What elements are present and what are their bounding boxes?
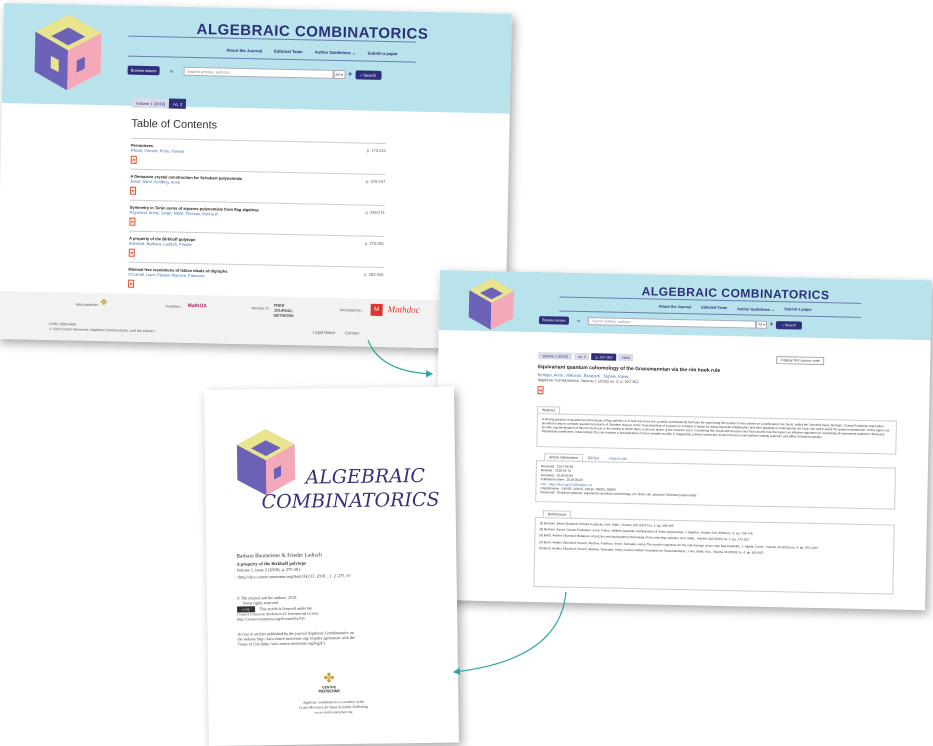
arrow-article-to-pdf [452, 591, 567, 675]
centre-mersenne-logo: ✤ CENTRE MERSENNE [314, 670, 344, 694]
license-line2: Creative Commons Attribution 4.0 Interna… [237, 611, 320, 617]
page-title: Table of Contents [131, 117, 218, 132]
nav-editorial-team[interactable]: Editorial Team [701, 305, 727, 311]
browse-issues-button[interactable]: Browse issues [127, 65, 160, 76]
search-icon: ⌕ [781, 323, 784, 328]
pdf-icon[interactable]: ▤ [129, 217, 136, 226]
nav-author-guidelines[interactable]: Author Guidelines ⌄ [737, 306, 774, 312]
or-label: or [576, 318, 581, 323]
contact-link[interactable]: Contact [345, 330, 359, 335]
crumb-issue[interactable]: no. 2 [573, 352, 590, 361]
toc-entry-pages: p. 225-247 [366, 178, 386, 185]
pdf-icon[interactable]: ▤ [128, 248, 135, 257]
site-header: ALGEBRAIC COMBINATORICS About the Journa… [438, 270, 932, 341]
toc-page-screenshot: ALGEBRAIC COMBINATORICS About the Journa… [0, 3, 512, 350]
footer-member-label: Member of : [251, 306, 271, 311]
abstract-text: A driving question in (quantum) cohomolo… [541, 417, 890, 440]
abstract-panel: A driving question in (quantum) cohomolo… [536, 413, 897, 455]
toc-entry-pages: p. 173-224 [366, 147, 387, 154]
nav-bottom-rule [127, 55, 416, 63]
search-bar: Browse issues or Search articles, author… [127, 65, 388, 80]
license-line1: This article is licensed under the [259, 605, 313, 612]
article-page-screenshot: ALGEBRAIC COMBINATORICS About the Journa… [433, 270, 932, 611]
paper-volume: Volume 1, issue 2 (2018), p. 275-281. [236, 566, 302, 573]
crumb-pages[interactable]: p. 327-352 [591, 353, 617, 361]
centre-mersenne-logo-icon: ❖ [99, 297, 108, 308]
search-scope-select[interactable]: All ▾ [333, 69, 346, 80]
search-input[interactable]: Search articles, authors... [588, 317, 757, 329]
search-bar: Browse issues or Search articles, author… [538, 316, 819, 330]
toc-entry-pages: p. 249-274 [365, 209, 385, 216]
crumb-issue[interactable]: no. 3 [169, 98, 187, 109]
license-line3[interactable]: http://creativecommons.org/licenses/by/4… [237, 617, 305, 622]
article-citation: Algebraic Combinatorics, Volume 1 (2018)… [537, 378, 639, 385]
collage: ALGEBRAIC COMBINATORICS About the Journa… [0, 0, 933, 746]
next-article-button[interactable]: Next [618, 353, 634, 362]
search-icon: ⌕ [360, 72, 363, 78]
site-footer: Web publisher : ❖ Publisher : MathOA Mem… [0, 290, 506, 350]
add-criteria-button[interactable]: + [345, 70, 355, 79]
journal-name-line2: COMBINATORICS [261, 488, 440, 514]
legal-notice-link[interactable]: Legal Notice [313, 330, 335, 335]
footer-publisher-label: Publisher : [165, 304, 183, 309]
search-input[interactable]: Search articles, authors... [183, 66, 334, 79]
footer-copyright: © 2018 Centre Mersenne, Algebraic Combin… [49, 327, 155, 334]
paper-title: A property of the Birkhoff polytope [236, 560, 307, 567]
journal-name-line1: ALGEBRAIC [305, 464, 426, 489]
toc-entry[interactable]: Minimal free resolutions of lattice idea… [127, 261, 384, 298]
pdf-icon[interactable]: ▤ [130, 155, 137, 164]
mathdoc-icon: M [370, 303, 383, 316]
pdf-icon[interactable]: ▤ [128, 279, 135, 288]
article-info-panel: Received : 2017-06-05 Revised : 2018-01-… [535, 460, 896, 510]
references-panel: [1] Bertram, Aaron Quantum Schubert calc… [533, 517, 895, 595]
or-label: or [169, 68, 174, 74]
paper-rights: Some rights reserved. [242, 599, 279, 606]
browse-issues-button[interactable]: Browse issues [538, 316, 570, 325]
add-criteria-button[interactable]: + [767, 321, 776, 329]
centre-mersenne-icon: ✤ [323, 670, 335, 686]
search-button-label: Search [784, 323, 797, 328]
crumb-volume[interactable]: Volume 1 (2018) [131, 97, 170, 109]
pdf-first-page: ALGEBRAIC COMBINATORICS Barbara Baumeist… [204, 386, 459, 746]
mathoa-logo: MathOA [187, 302, 207, 310]
search-scope-select[interactable]: All ▾ [756, 320, 768, 329]
access-line3: Terms of Use (http://alco.centre-mersenn… [237, 640, 326, 647]
breadcrumb: Volume 1 (2018) no. 2 p. 327-352 Next [538, 352, 634, 362]
footer-issn: ISSN: 2589-5486 [49, 322, 77, 327]
nav-submit[interactable]: Submit a paper [368, 51, 398, 57]
paper-url[interactable]: <http://alco.centre-mersenne.org/item/AL… [237, 573, 352, 580]
nav-submit[interactable]: Submit a paper [784, 307, 812, 313]
display-tex-button[interactable]: Display TeX source code [776, 356, 825, 366]
free-journal-network-logo: FREE JOURNAL NETWORK [273, 302, 295, 319]
nav-about[interactable]: About the Journal [659, 305, 692, 311]
toc-entry-pages: p. 275-281 [364, 240, 385, 247]
search-button[interactable]: ⌕ Search [355, 70, 382, 80]
nav-editorial-team[interactable]: Editorial Team [274, 49, 303, 55]
footer-developed-label: Developed by : [339, 308, 364, 313]
mathdoc-logo: Mathdoc [387, 304, 420, 315]
crumb-volume[interactable]: Volume 1 (2018) [538, 352, 572, 360]
mersenne-label: MERSENNE [318, 689, 341, 694]
search-button[interactable]: ⌕ Search [776, 321, 803, 330]
pdf-icon[interactable]: ▤ [537, 386, 544, 395]
breadcrumb: Volume 1 (2018) no. 3 [131, 97, 187, 109]
nav-about[interactable]: About the Journal [226, 48, 262, 54]
toc-entry-pages: p. 283-326 [364, 271, 384, 278]
footer-web-publisher-label: Web publisher : [75, 302, 101, 308]
search-button-label: Search [363, 72, 377, 78]
nav-author-guidelines[interactable]: Author Guidelines ⌄ [315, 50, 356, 56]
paper-authors: Barbara Baumeister & Frieder Ladisch [236, 552, 322, 560]
pdf-icon[interactable]: ▤ [130, 186, 137, 195]
site-header: ALGEBRAIC COMBINATORICS About the Journa… [1, 3, 512, 114]
